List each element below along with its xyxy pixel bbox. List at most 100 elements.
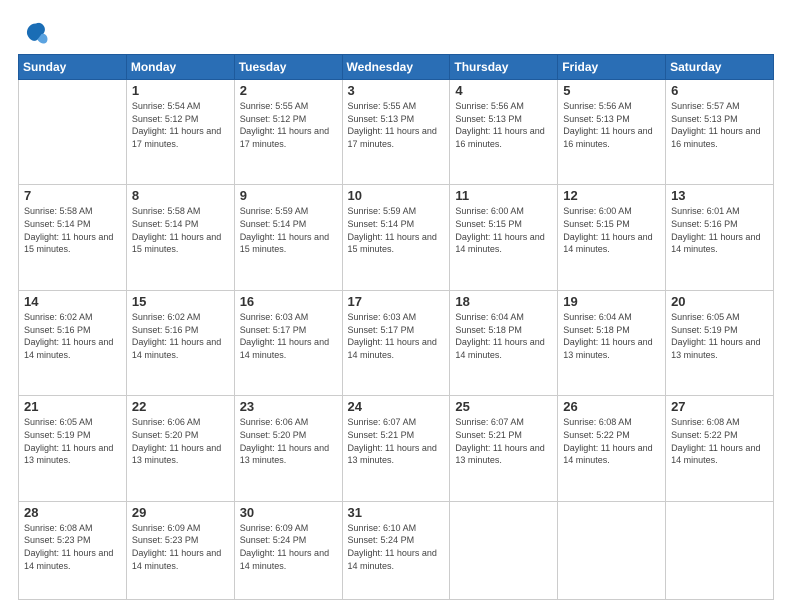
day-number: 3 xyxy=(348,83,445,98)
day-number: 10 xyxy=(348,188,445,203)
day-info: Sunrise: 5:55 AMSunset: 5:12 PMDaylight:… xyxy=(240,100,337,150)
calendar-cell: 31 Sunrise: 6:10 AMSunset: 5:24 PMDayligh… xyxy=(342,501,450,599)
calendar-cell: 1 Sunrise: 5:54 AMSunset: 5:12 PMDaylight… xyxy=(126,80,234,185)
calendar-cell: 10 Sunrise: 5:59 AMSunset: 5:14 PMDayligh… xyxy=(342,185,450,290)
day-info: Sunrise: 6:09 AMSunset: 5:23 PMDaylight:… xyxy=(132,522,229,572)
day-info: Sunrise: 5:57 AMSunset: 5:13 PMDaylight:… xyxy=(671,100,768,150)
calendar-cell: 9 Sunrise: 5:59 AMSunset: 5:14 PMDaylight… xyxy=(234,185,342,290)
day-info: Sunrise: 6:04 AMSunset: 5:18 PMDaylight:… xyxy=(563,311,660,361)
day-info: Sunrise: 5:55 AMSunset: 5:13 PMDaylight:… xyxy=(348,100,445,150)
calendar-cell: 23 Sunrise: 6:06 AMSunset: 5:20 PMDayligh… xyxy=(234,396,342,501)
calendar-cell: 16Sunrise: 6:03 AMSunset: 5:17 PMDayligh… xyxy=(234,290,342,395)
calendar-header-row: SundayMondayTuesdayWednesdayThursdayFrid… xyxy=(19,55,774,80)
day-number: 11 xyxy=(455,188,552,203)
day-number: 5 xyxy=(563,83,660,98)
calendar-cell: 6 Sunrise: 5:57 AMSunset: 5:13 PMDaylight… xyxy=(666,80,774,185)
calendar-cell: 7 Sunrise: 5:58 AMSunset: 5:14 PMDaylight… xyxy=(19,185,127,290)
weekday-header: Saturday xyxy=(666,55,774,80)
day-info: Sunrise: 6:10 AMSunset: 5:24 PMDaylight:… xyxy=(348,522,445,572)
calendar-cell xyxy=(19,80,127,185)
day-info: Sunrise: 5:59 AMSunset: 5:14 PMDaylight:… xyxy=(348,205,445,255)
day-number: 2 xyxy=(240,83,337,98)
day-number: 1 xyxy=(132,83,229,98)
day-info: Sunrise: 5:58 AMSunset: 5:14 PMDaylight:… xyxy=(24,205,121,255)
calendar-cell: 18 Sunrise: 6:04 AMSunset: 5:18 PMDayligh… xyxy=(450,290,558,395)
calendar-cell: 17Sunrise: 6:03 AMSunset: 5:17 PMDayligh… xyxy=(342,290,450,395)
calendar-cell: 5 Sunrise: 5:56 AMSunset: 5:13 PMDaylight… xyxy=(558,80,666,185)
weekday-header: Sunday xyxy=(19,55,127,80)
day-info: Sunrise: 6:03 AMSunset: 5:17 PMDaylight:… xyxy=(240,311,337,361)
day-info: Sunrise: 6:09 AMSunset: 5:24 PMDaylight:… xyxy=(240,522,337,572)
day-info: Sunrise: 6:01 AMSunset: 5:16 PMDaylight:… xyxy=(671,205,768,255)
calendar-cell: 24 Sunrise: 6:07 AMSunset: 5:21 PMDayligh… xyxy=(342,396,450,501)
day-info: Sunrise: 5:56 AMSunset: 5:13 PMDaylight:… xyxy=(455,100,552,150)
day-number: 18 xyxy=(455,294,552,309)
calendar-week-row: 21 Sunrise: 6:05 AMSunset: 5:19 PMDayligh… xyxy=(19,396,774,501)
header xyxy=(18,16,774,48)
calendar-cell: 28 Sunrise: 6:08 AMSunset: 5:23 PMDayligh… xyxy=(19,501,127,599)
day-number: 31 xyxy=(348,505,445,520)
calendar-cell: 8 Sunrise: 5:58 AMSunset: 5:14 PMDaylight… xyxy=(126,185,234,290)
calendar-cell: 2 Sunrise: 5:55 AMSunset: 5:12 PMDaylight… xyxy=(234,80,342,185)
logo-icon xyxy=(22,20,50,48)
calendar-cell: 29 Sunrise: 6:09 AMSunset: 5:23 PMDayligh… xyxy=(126,501,234,599)
day-number: 21 xyxy=(24,399,121,414)
day-number: 24 xyxy=(348,399,445,414)
weekday-header: Thursday xyxy=(450,55,558,80)
calendar-week-row: 7 Sunrise: 5:58 AMSunset: 5:14 PMDaylight… xyxy=(19,185,774,290)
calendar-cell: 4Sunrise: 5:56 AMSunset: 5:13 PMDaylight… xyxy=(450,80,558,185)
day-number: 17 xyxy=(348,294,445,309)
calendar-cell: 20 Sunrise: 6:05 AMSunset: 5:19 PMDayligh… xyxy=(666,290,774,395)
calendar-cell: 26Sunrise: 6:08 AMSunset: 5:22 PMDayligh… xyxy=(558,396,666,501)
calendar-cell: 15Sunrise: 6:02 AMSunset: 5:16 PMDayligh… xyxy=(126,290,234,395)
day-number: 20 xyxy=(671,294,768,309)
day-info: Sunrise: 5:56 AMSunset: 5:13 PMDaylight:… xyxy=(563,100,660,150)
day-number: 25 xyxy=(455,399,552,414)
day-info: Sunrise: 5:58 AMSunset: 5:14 PMDaylight:… xyxy=(132,205,229,255)
day-info: Sunrise: 5:54 AMSunset: 5:12 PMDaylight:… xyxy=(132,100,229,150)
weekday-header: Wednesday xyxy=(342,55,450,80)
day-number: 23 xyxy=(240,399,337,414)
day-info: Sunrise: 6:00 AMSunset: 5:15 PMDaylight:… xyxy=(455,205,552,255)
day-number: 15 xyxy=(132,294,229,309)
calendar-cell xyxy=(450,501,558,599)
day-info: Sunrise: 6:06 AMSunset: 5:20 PMDaylight:… xyxy=(240,416,337,466)
day-info: Sunrise: 6:08 AMSunset: 5:22 PMDaylight:… xyxy=(671,416,768,466)
calendar-cell: 27 Sunrise: 6:08 AMSunset: 5:22 PMDayligh… xyxy=(666,396,774,501)
logo xyxy=(18,20,50,48)
calendar-cell xyxy=(558,501,666,599)
day-number: 12 xyxy=(563,188,660,203)
day-number: 6 xyxy=(671,83,768,98)
day-number: 14 xyxy=(24,294,121,309)
day-number: 27 xyxy=(671,399,768,414)
calendar-cell: 13 Sunrise: 6:01 AMSunset: 5:16 PMDayligh… xyxy=(666,185,774,290)
day-number: 22 xyxy=(132,399,229,414)
day-number: 8 xyxy=(132,188,229,203)
calendar-table: SundayMondayTuesdayWednesdayThursdayFrid… xyxy=(18,54,774,600)
weekday-header: Monday xyxy=(126,55,234,80)
day-info: Sunrise: 6:05 AMSunset: 5:19 PMDaylight:… xyxy=(671,311,768,361)
calendar-week-row: 14 Sunrise: 6:02 AMSunset: 5:16 PMDayligh… xyxy=(19,290,774,395)
day-number: 7 xyxy=(24,188,121,203)
day-info: Sunrise: 6:08 AMSunset: 5:22 PMDaylight:… xyxy=(563,416,660,466)
day-info: Sunrise: 6:07 AMSunset: 5:21 PMDaylight:… xyxy=(348,416,445,466)
calendar-cell: 22 Sunrise: 6:06 AMSunset: 5:20 PMDayligh… xyxy=(126,396,234,501)
calendar-cell: 3 Sunrise: 5:55 AMSunset: 5:13 PMDaylight… xyxy=(342,80,450,185)
day-info: Sunrise: 6:05 AMSunset: 5:19 PMDaylight:… xyxy=(24,416,121,466)
day-number: 30 xyxy=(240,505,337,520)
day-number: 29 xyxy=(132,505,229,520)
calendar-cell: 11 Sunrise: 6:00 AMSunset: 5:15 PMDayligh… xyxy=(450,185,558,290)
day-number: 28 xyxy=(24,505,121,520)
day-info: Sunrise: 6:00 AMSunset: 5:15 PMDaylight:… xyxy=(563,205,660,255)
day-number: 9 xyxy=(240,188,337,203)
day-info: Sunrise: 5:59 AMSunset: 5:14 PMDaylight:… xyxy=(240,205,337,255)
day-info: Sunrise: 6:06 AMSunset: 5:20 PMDaylight:… xyxy=(132,416,229,466)
calendar-week-row: 1 Sunrise: 5:54 AMSunset: 5:12 PMDaylight… xyxy=(19,80,774,185)
day-number: 13 xyxy=(671,188,768,203)
calendar-cell: 14 Sunrise: 6:02 AMSunset: 5:16 PMDayligh… xyxy=(19,290,127,395)
weekday-header: Friday xyxy=(558,55,666,80)
day-info: Sunrise: 6:02 AMSunset: 5:16 PMDaylight:… xyxy=(24,311,121,361)
day-info: Sunrise: 6:08 AMSunset: 5:23 PMDaylight:… xyxy=(24,522,121,572)
day-info: Sunrise: 6:04 AMSunset: 5:18 PMDaylight:… xyxy=(455,311,552,361)
calendar-week-row: 28 Sunrise: 6:08 AMSunset: 5:23 PMDayligh… xyxy=(19,501,774,599)
